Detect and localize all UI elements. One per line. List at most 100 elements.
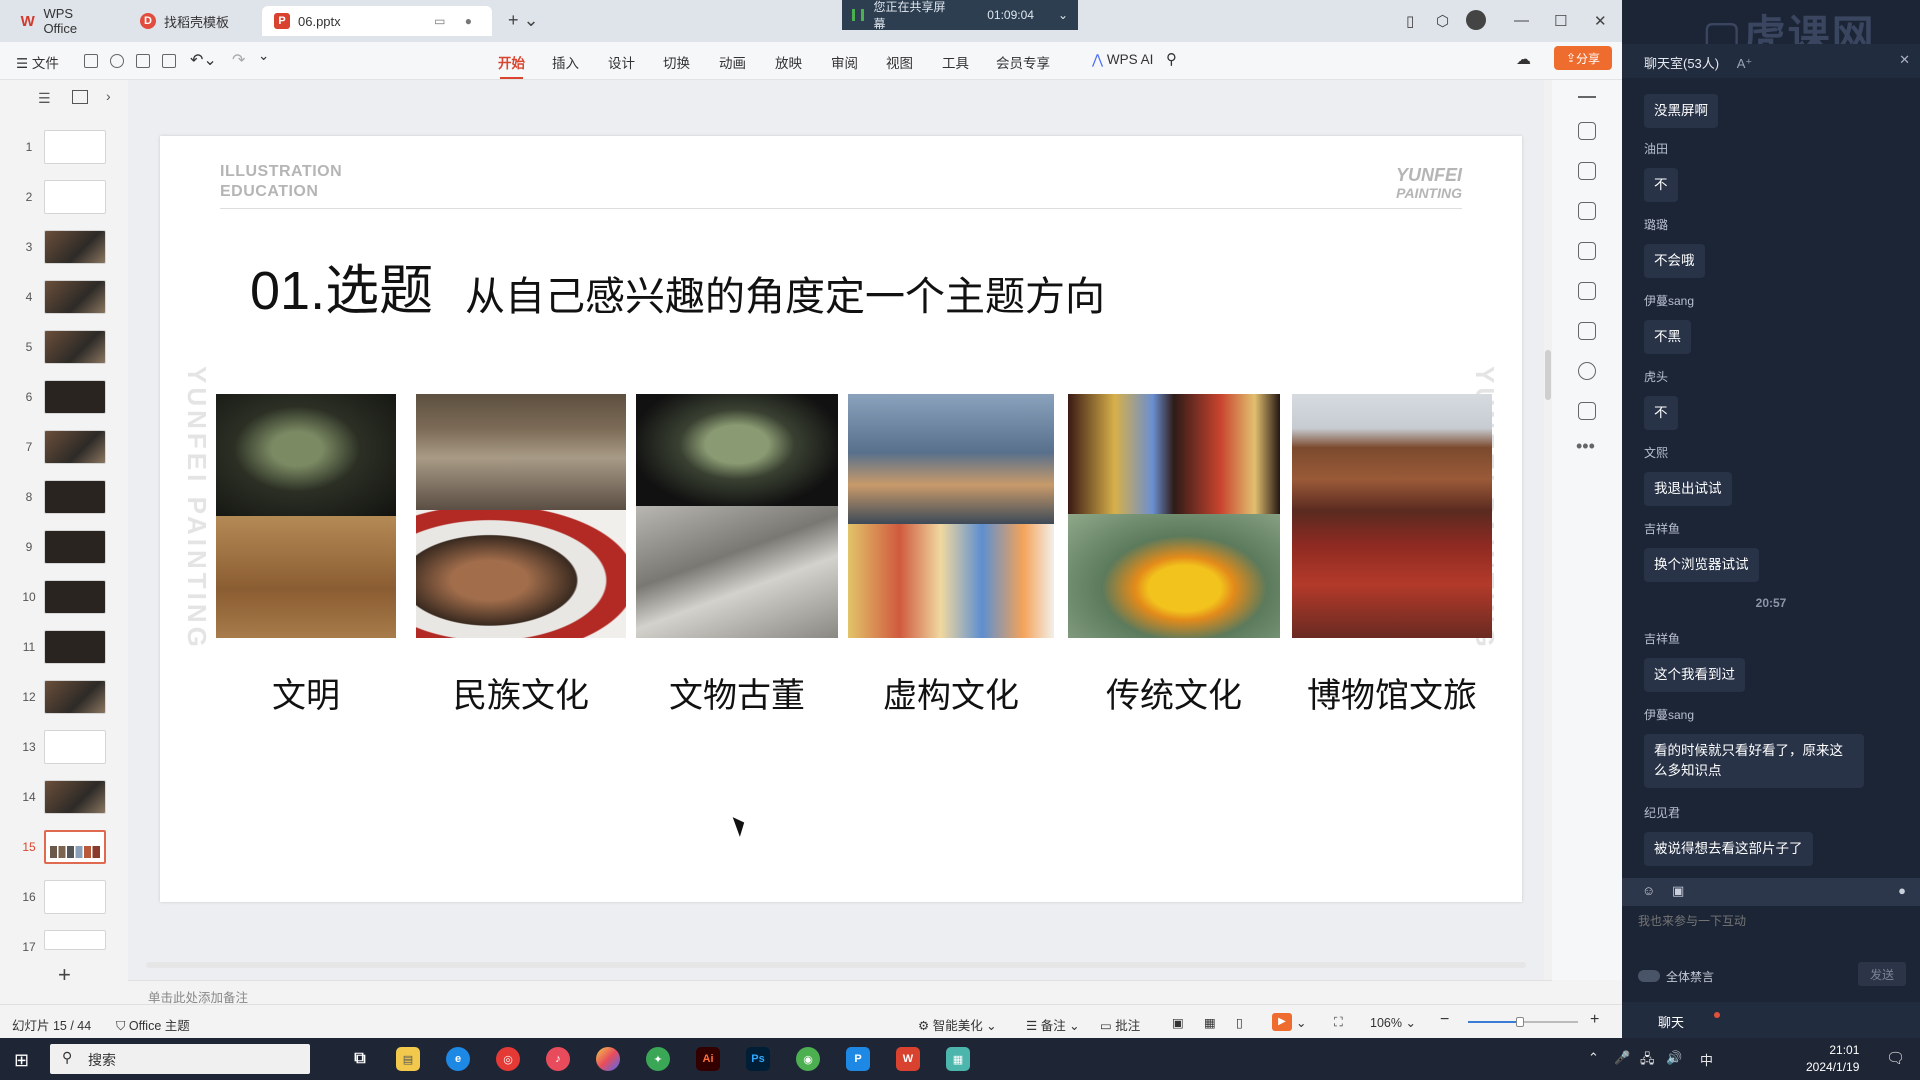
send-button[interactable]: 发送 <box>1858 962 1906 986</box>
chat-app-icon[interactable]: ✦ <box>646 1047 670 1071</box>
notepad-icon[interactable]: ▦ <box>946 1047 970 1071</box>
chevron-down-icon[interactable]: ⌄ <box>1058 8 1068 22</box>
notes-button[interactable]: ☰ 备注 ⌄ <box>1026 1015 1080 1034</box>
thumbnail-row[interactable]: 6 <box>0 380 128 414</box>
file-menu[interactable]: ☰ 文件 <box>16 52 59 72</box>
ribbon-tab-view[interactable]: 视图 <box>886 52 913 72</box>
redo-icon[interactable]: ↷ <box>232 50 245 70</box>
new-tab-plus-icon[interactable]: + ⌄ <box>508 10 539 31</box>
chevron-right-icon[interactable]: › <box>106 88 111 104</box>
ribbon-tab-insert[interactable]: 插入 <box>552 52 579 72</box>
slide-thumbnail[interactable] <box>44 580 106 614</box>
slide-thumbnail[interactable] <box>44 930 106 950</box>
ribbon-tab-review[interactable]: 审阅 <box>831 52 858 72</box>
layout-icon[interactable]: ▯ <box>1406 12 1414 30</box>
thumbnail-view-icon[interactable] <box>72 90 88 104</box>
microphone-icon[interactable]: 🎤 <box>1614 1050 1630 1066</box>
zoom-level[interactable]: 106% ⌄ <box>1370 1015 1416 1030</box>
slide-thumbnail[interactable] <box>44 230 106 264</box>
slide-thumbnail[interactable] <box>44 780 106 814</box>
slide-thumbnail[interactable] <box>44 530 106 564</box>
task-view-icon[interactable]: ⧉ <box>348 1047 372 1071</box>
theme-indicator[interactable]: ⛉ Office 主题 <box>116 1015 190 1034</box>
slide-subtitle[interactable]: 从自己感兴趣的角度定一个主题方向 <box>465 264 1105 322</box>
color-app-icon[interactable] <box>596 1047 620 1071</box>
ribbon-tab-tools[interactable]: 工具 <box>942 52 969 72</box>
slide-thumbnail[interactable] <box>44 280 106 314</box>
volume-icon[interactable]: 🔊 <box>1666 1050 1682 1066</box>
category-label[interactable]: 文明 <box>216 668 396 717</box>
thumbnail-row[interactable]: 3 <box>0 230 128 264</box>
thumbnail-row[interactable]: 14 <box>0 780 128 814</box>
slide-heading[interactable]: 01.选题 <box>250 246 433 325</box>
notes-placeholder[interactable]: 单击此处添加备注 <box>128 980 1552 1005</box>
category-label[interactable]: 博物馆文旅 <box>1272 668 1512 717</box>
cube-icon[interactable]: ⬡ <box>1436 12 1449 30</box>
image-ethnic-culture[interactable] <box>416 394 626 638</box>
search-icon[interactable]: ⚲ <box>1166 50 1177 68</box>
normal-view-icon[interactable]: ▣ <box>1172 1015 1184 1030</box>
category-label[interactable]: 传统文化 <box>1068 668 1280 717</box>
quick-access-dropdown-icon[interactable]: ⌄ <box>258 48 269 64</box>
share-button[interactable]: ⇪ 分享 <box>1554 46 1612 70</box>
chat-input[interactable] <box>1638 914 1898 928</box>
add-slide-plus-icon[interactable]: + <box>58 962 71 988</box>
ribbon-tab-transitions[interactable]: 切换 <box>663 52 690 72</box>
image-civilization[interactable] <box>216 394 396 638</box>
bookmark-icon[interactable] <box>1578 322 1596 340</box>
reading-view-icon[interactable]: ▯ <box>1236 1015 1243 1030</box>
thumbnail-row[interactable]: 4 <box>0 280 128 314</box>
ribbon-tab-member[interactable]: 会员专享 <box>996 52 1050 72</box>
sorter-view-icon[interactable]: ▦ <box>1204 1015 1216 1030</box>
image-fictional-culture[interactable] <box>848 394 1054 638</box>
mute-all-toggle[interactable] <box>1638 970 1660 982</box>
collapse-icon[interactable] <box>1578 96 1596 98</box>
avatar[interactable] <box>1466 10 1486 30</box>
maximize-icon[interactable]: ☐ <box>1554 12 1567 30</box>
copy-icon[interactable] <box>1578 202 1596 220</box>
template-icon[interactable] <box>1578 242 1596 260</box>
slideshow-dropdown-icon[interactable]: ⌄ <box>1296 1015 1306 1030</box>
ribbon-tab-animations[interactable]: 动画 <box>719 52 746 72</box>
music-app-icon[interactable]: ♪ <box>546 1047 570 1071</box>
font-size-toggle[interactable]: A⁺ <box>1737 56 1753 71</box>
slide-thumbnail-current[interactable] <box>44 830 106 864</box>
image-museum-tourism[interactable] <box>1292 394 1492 638</box>
fit-window-icon[interactable]: ⛶ <box>1334 1015 1343 1030</box>
horizontal-scrollbar[interactable] <box>146 962 1526 968</box>
thumbnail-row[interactable]: 16 <box>0 880 128 914</box>
tools-icon[interactable] <box>1578 282 1596 300</box>
thumbnail-row[interactable]: 8 <box>0 480 128 514</box>
close-icon[interactable]: ✕ <box>1594 12 1607 30</box>
tab-template[interactable]: D 找稻壳模板 <box>128 6 258 36</box>
export-pdf-icon[interactable] <box>110 54 124 68</box>
vertical-scrollbar[interactable] <box>1544 80 1552 980</box>
taskbar-search[interactable]: ⚲ 搜索 <box>50 1044 310 1074</box>
slide-thumbnail[interactable] <box>44 180 106 214</box>
print-preview-icon[interactable] <box>162 54 176 68</box>
shirt-icon[interactable] <box>1578 402 1596 420</box>
zoom-slider[interactable] <box>1468 1017 1578 1027</box>
wechat-icon[interactable]: ◉ <box>796 1047 820 1071</box>
image-traditional-culture[interactable] <box>1068 394 1280 638</box>
notification-icon[interactable]: 🗨 <box>1886 1049 1905 1067</box>
slide-thumbnail[interactable] <box>44 330 106 364</box>
thumbnail-row[interactable]: 12 <box>0 680 128 714</box>
zoom-in-icon[interactable]: + <box>1590 1011 1599 1029</box>
ime-indicator[interactable]: 中 <box>1700 1050 1713 1069</box>
print-icon[interactable] <box>136 54 150 68</box>
chrome-browser-icon[interactable]: ◎ <box>496 1047 520 1071</box>
thumbnail-row[interactable]: 17 <box>0 930 128 964</box>
thumbnail-row[interactable]: 11 <box>0 630 128 664</box>
minimize-icon[interactable]: — <box>1514 12 1529 29</box>
more-options-icon[interactable]: ● <box>1898 883 1906 898</box>
illustrator-icon[interactable]: Ai <box>696 1047 720 1071</box>
zoom-out-icon[interactable]: − <box>1440 1011 1449 1029</box>
tab-current-file[interactable]: P 06.pptx ▭ ● <box>262 6 492 36</box>
smart-beautify-button[interactable]: ⚙ 智能美化 ⌄ <box>918 1015 997 1034</box>
thumbnail-row[interactable]: 9 <box>0 530 128 564</box>
adjust-icon[interactable] <box>1578 122 1596 140</box>
thumbnail-row[interactable]: 5 <box>0 330 128 364</box>
ribbon-tab-design[interactable]: 设计 <box>608 52 635 72</box>
thumbnail-row[interactable]: 1 <box>0 130 128 164</box>
